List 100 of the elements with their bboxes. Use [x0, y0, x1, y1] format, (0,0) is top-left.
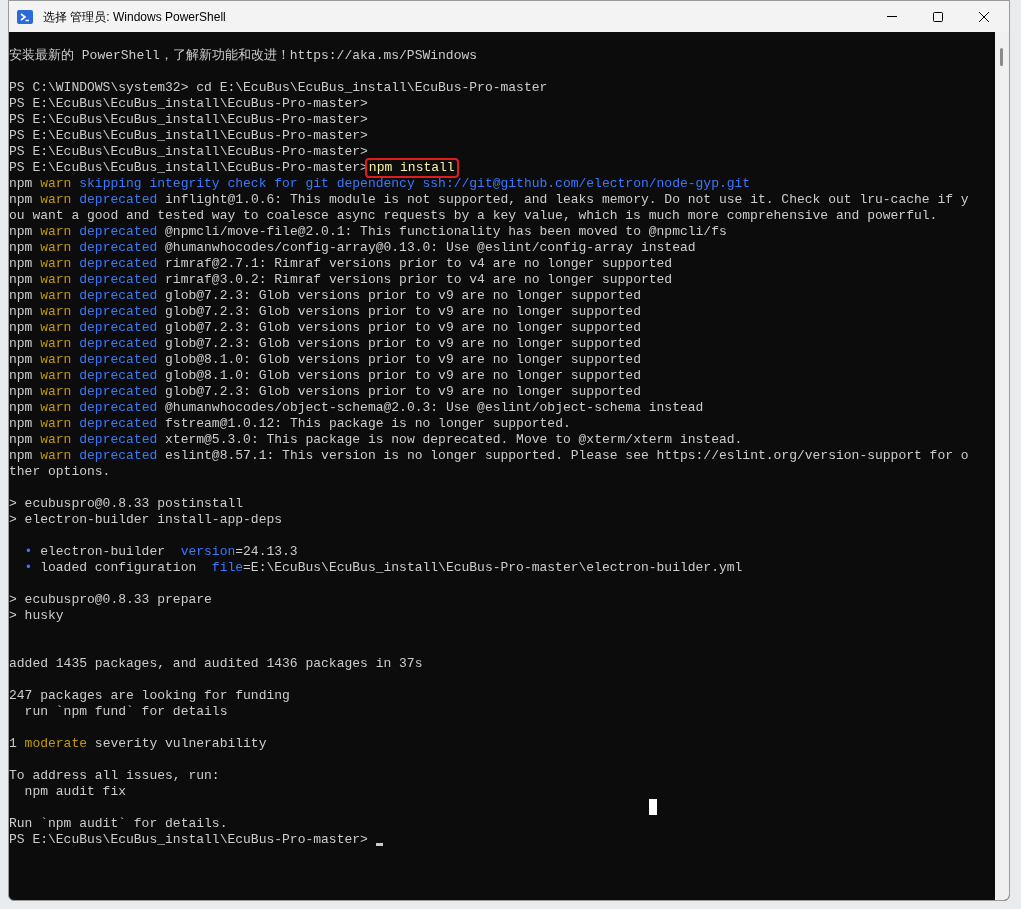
warning-text: warn: [40, 400, 72, 416]
terminal-text: glob@7.2.3: Glob versions prior to v9 are no longer supported: [164, 288, 641, 304]
terminal-line: PS E:\EcuBus\EcuBus_install\EcuBus-Pro-master>: [9, 128, 368, 144]
terminal-text: =E:\EcuBus\EcuBus_install\EcuBus-Pro-master\electron-builder.yml: [243, 560, 743, 576]
terminal-text: npm: [9, 432, 34, 448]
block-cursor: [649, 799, 657, 815]
terminal-line: > husky: [9, 608, 64, 624]
warning-text: warn: [40, 288, 72, 304]
terminal-text: npm: [9, 384, 34, 400]
terminal-line: added 1435 packages, and audited 1436 packages in 37s: [9, 656, 423, 672]
window-title: 选择 管理员: Windows PowerShell: [43, 8, 226, 26]
warning-text: warn: [40, 320, 72, 336]
terminal-line: ou want a good and tested way to coalesce async requests by a key value, which is much more comprehensive and powerful.: [9, 208, 938, 224]
warning-text: warn: [40, 192, 72, 208]
terminal-line: > ecubuspro@0.8.33 postinstall: [9, 496, 244, 512]
warning-text: warn: [40, 272, 72, 288]
terminal-text: glob@8.1.0: Glob versions prior to v9 are no longer supported: [164, 368, 641, 384]
info-text: deprecated: [78, 416, 158, 432]
terminal-text: npm: [9, 400, 34, 416]
info-text: •: [23, 560, 33, 576]
terminal-text: 1: [9, 736, 18, 752]
terminal-text: rimraf@3.0.2: Rimraf versions prior to v4 are no longer supported: [164, 272, 673, 288]
info-text: deprecated: [78, 320, 158, 336]
terminal-text: glob@7.2.3: Glob versions prior to v9 are no longer supported: [164, 320, 641, 336]
info-text: deprecated: [78, 256, 158, 272]
info-text: deprecated: [78, 304, 158, 320]
warning-text: warn: [40, 384, 72, 400]
terminal-text: xterm@5.3.0: This package is now deprecated. Move to @xterm/xterm instead.: [164, 432, 743, 448]
terminal-text: =24.13.3: [235, 544, 298, 560]
warning-text: warn: [40, 448, 72, 464]
terminal-text: @npmcli/move-file@2.0.1: This functionality has been moved to @npmcli/fs: [164, 224, 727, 240]
minimize-icon: [887, 16, 897, 17]
close-icon: [979, 11, 989, 22]
terminal-text: npm: [9, 368, 34, 384]
terminal-line: PS E:\EcuBus\EcuBus_install\EcuBus-Pro-master>: [9, 96, 368, 112]
terminal-text: glob@7.2.3: Glob versions prior to v9 are no longer supported: [164, 304, 641, 320]
info-text: deprecated: [78, 448, 158, 464]
terminal-text: npm: [9, 352, 34, 368]
warning-text: warn: [40, 256, 72, 272]
terminal-text: eslint@8.57.1: This version is no longer supported. Please see https://eslint.org/version-support for o: [164, 448, 969, 464]
terminal-text: npm: [9, 176, 34, 192]
terminal-line: 安装最新的 PowerShell，了解新功能和改进！https://aka.ms/PSWindows: [9, 48, 478, 64]
warning-text: moderate: [24, 736, 88, 752]
terminal-icon: [17, 8, 33, 25]
terminal-text: electron-builder: [39, 544, 167, 560]
info-text: version: [180, 544, 236, 560]
info-text: deprecated: [78, 368, 158, 384]
terminal-text: fstream@1.0.12: This package is no longer supported.: [164, 416, 571, 432]
terminal-text: severity vulnerability: [93, 736, 267, 752]
terminal-text: loaded configuration: [39, 560, 198, 576]
terminal-line: 247 packages are looking for funding: [9, 688, 290, 704]
info-text: deprecated: [78, 352, 158, 368]
prompt-line: PS E:\EcuBus\EcuBus_install\EcuBus-Pro-master>: [9, 832, 369, 848]
highlighted-command: npm install: [366, 160, 457, 176]
terminal-line: PS E:\EcuBus\EcuBus_install\EcuBus-Pro-master>: [9, 112, 368, 128]
scrollbar-thumb[interactable]: [1000, 48, 1003, 66]
terminal-text: @humanwhocodes/config-array@0.13.0: Use @eslint/config-array instead: [164, 240, 696, 256]
terminal-line: > ecubuspro@0.8.33 prepare: [9, 592, 212, 608]
terminal-text: npm: [9, 256, 34, 272]
terminal-line: PS C:\WINDOWS\system32> cd E:\EcuBus\EcuBus_install\EcuBus-Pro-master: [9, 80, 548, 96]
terminal-text: @humanwhocodes/object-schema@2.0.3: Use @eslint/object-schema instead: [164, 400, 704, 416]
terminal-text: npm: [9, 304, 34, 320]
terminal-text: PS E:\EcuBus\EcuBus_install\EcuBus-Pro-master>: [9, 160, 368, 176]
info-text: deprecated: [78, 272, 158, 288]
info-text: deprecated: [78, 336, 158, 352]
warning-text: warn: [40, 368, 72, 384]
terminal-text: npm: [9, 416, 34, 432]
terminal-line: To address all issues, run:: [9, 768, 220, 784]
warning-text: warn: [40, 352, 72, 368]
info-text: deprecated: [78, 384, 158, 400]
terminal-text: npm: [9, 192, 34, 208]
warning-text: warn: [40, 432, 72, 448]
maximize-icon: [933, 11, 943, 22]
info-text: deprecated: [78, 432, 158, 448]
terminal-line: ther options.: [9, 464, 111, 480]
info-text: deprecated: [78, 288, 158, 304]
terminal-text: npm: [9, 448, 34, 464]
terminal-text: glob@7.2.3: Glob versions prior to v9 are no longer supported: [164, 384, 641, 400]
info-text: deprecated: [78, 192, 158, 208]
scrollbar[interactable]: [995, 32, 1009, 900]
terminal-text: npm: [9, 288, 34, 304]
warning-text: warn: [40, 240, 72, 256]
terminal-text: npm: [9, 272, 34, 288]
terminal-line: npm audit fix: [23, 784, 127, 800]
terminal-text: glob@7.2.3: Glob versions prior to v9 are no longer supported: [164, 336, 641, 352]
warning-text: warn: [40, 336, 72, 352]
warning-text: warn: [40, 304, 72, 320]
warning-text: warn: [40, 224, 72, 240]
warning-text: warn: [40, 416, 72, 432]
terminal-line: run `npm fund` for details: [23, 704, 228, 720]
info-text: deprecated: [78, 240, 158, 256]
terminal-text: rimraf@2.7.1: Rimraf versions prior to v4 are no longer supported: [164, 256, 673, 272]
terminal-text: npm: [9, 336, 34, 352]
info-text: •: [23, 544, 33, 560]
terminal-text: npm: [9, 240, 34, 256]
terminal-text: inflight@1.0.6: This module is not supported, and leaks memory. Do not use it. Check out lru-cache if y: [164, 192, 969, 208]
terminal-text: npm: [9, 224, 34, 240]
text-cursor: [375, 843, 383, 846]
terminal-text: glob@8.1.0: Glob versions prior to v9 are no longer supported: [164, 352, 641, 368]
info-text: deprecated: [78, 224, 158, 240]
